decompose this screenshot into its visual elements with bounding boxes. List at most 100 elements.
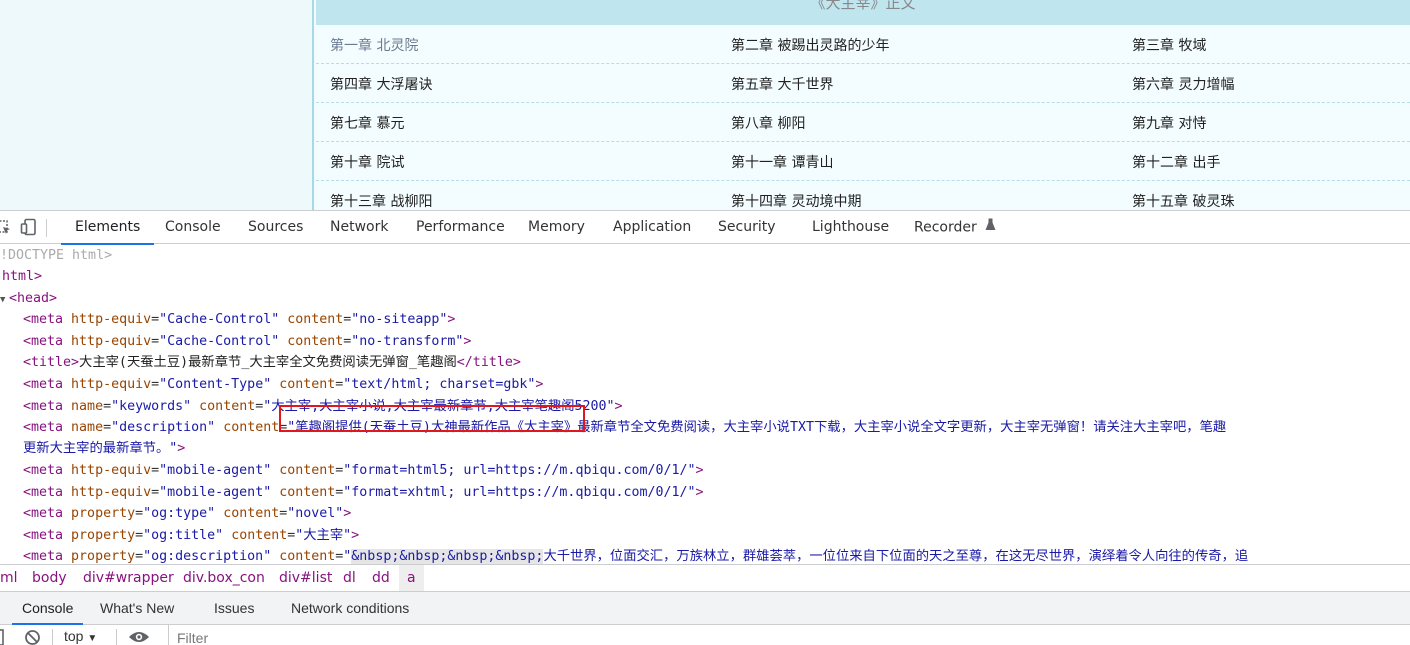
dom-node-meta[interactable]: <meta property="og:description" content=…	[23, 546, 1248, 565]
chapter-link[interactable]: 第十三章 战柳阳	[330, 191, 432, 210]
chapter-link[interactable]: 第七章 慕元	[330, 113, 404, 133]
chapter-link[interactable]: 第十一章 谭青山	[731, 152, 833, 172]
breadcrumb-item[interactable]: div#list	[271, 565, 340, 592]
breadcrumb-item[interactable]: div.box_con	[175, 565, 273, 592]
dom-node-meta[interactable]: <meta property="og:title" content="大主宰">	[23, 525, 359, 546]
drawer-tab-whats-new[interactable]: What's New	[90, 592, 184, 625]
chapter-link[interactable]: 第五章 大千世界	[731, 74, 833, 94]
tab-lighthouse[interactable]: Lighthouse	[798, 211, 903, 244]
page-left-column	[0, 0, 314, 210]
chapter-link[interactable]: 第十章 院试	[330, 152, 404, 172]
tab-network[interactable]: Network	[316, 211, 402, 244]
dom-node-meta[interactable]: <meta http-equiv="Cache-Control" content…	[23, 309, 455, 330]
tag-open: <meta	[23, 506, 64, 521]
dom-node-doctype[interactable]: !DOCTYPE html>	[0, 245, 112, 266]
tag-open: <title>	[23, 355, 80, 370]
attr-value: "description"	[111, 420, 216, 435]
chapter-link[interactable]: 第十四章 灵动境中期	[731, 191, 861, 210]
chapter-link[interactable]: 第二章 被踢出灵路的少年	[731, 35, 889, 55]
dom-node-meta[interactable]: <meta http-equiv="Content-Type" content=…	[23, 374, 543, 395]
breadcrumb-item[interactable]: div#wrapper	[75, 565, 182, 592]
attr-value: "format=xhtml; url=https://m.qbiqu.com/0…	[343, 485, 696, 500]
dom-node-head[interactable]: ▼ <head>	[0, 288, 57, 309]
device-toggle-icon[interactable]	[20, 218, 38, 236]
drawer-tab-console[interactable]: Console	[12, 592, 84, 625]
attr-name: name	[71, 399, 104, 414]
breadcrumb-item[interactable]: dl	[335, 565, 364, 592]
attr-name: http-equiv	[71, 312, 152, 327]
tab-recorder-label: Recorder	[914, 219, 977, 236]
tab-application[interactable]: Application	[599, 211, 705, 244]
chapter-link[interactable]: 第三章 牧域	[1132, 35, 1206, 55]
devtools-panel: Elements Console Sources Network Perform…	[0, 210, 1410, 645]
chapter-link[interactable]: 第八章 柳阳	[731, 113, 805, 133]
breadcrumb-item[interactable]: dd	[364, 565, 398, 592]
chapter-row: 第十三章 战柳阳 第十四章 灵动境中期 第十五章 破灵珠	[316, 181, 1410, 210]
tab-sources[interactable]: Sources	[234, 211, 317, 244]
attr-value: "Cache-Control"	[159, 334, 280, 349]
chapter-link[interactable]: 第十二章 出手	[1132, 152, 1220, 172]
attr-value: "mobile-agent"	[159, 463, 272, 478]
tag-close: >	[343, 506, 352, 521]
context-selector[interactable]: top ▼	[64, 628, 97, 644]
dom-node-html[interactable]: html>	[2, 266, 42, 287]
tag-close: </title>	[456, 355, 521, 370]
dom-tree[interactable]: !DOCTYPE html> html> ▼ <head> <meta http-…	[0, 245, 1410, 565]
attr-value: "mobile-agent"	[159, 485, 272, 500]
chapter-link[interactable]: 第九章 对恃	[1132, 113, 1206, 133]
breadcrumb-item-selected[interactable]: a	[399, 565, 424, 592]
attr-value: "novel"	[287, 506, 344, 521]
attr-name: http-equiv	[71, 485, 152, 500]
devtools-tabbar: Elements Console Sources Network Perform…	[0, 211, 1410, 245]
attr-value: "og:title"	[143, 528, 224, 543]
clear-console-icon[interactable]	[24, 629, 41, 645]
tag-close: >	[463, 334, 472, 349]
dom-node-meta[interactable]: <meta http-equiv="mobile-agent" content=…	[23, 460, 704, 481]
attr-name: content	[279, 377, 336, 392]
dom-node-title[interactable]: <title>大主宰(天蚕土豆)最新章节_大主宰全文免费阅读无弹窗_笔趣阁</t…	[23, 352, 521, 373]
tab-recorder[interactable]: Recorder	[900, 211, 1010, 244]
attr-value-highlight: &nbsp;&nbsp;&nbsp;&nbsp;	[351, 549, 544, 564]
chapter-row: 第十章 院试 第十一章 谭青山 第十二章 出手	[316, 142, 1410, 181]
chapter-link[interactable]: 第十五章 破灵珠	[1132, 191, 1234, 210]
tag-close: >	[177, 441, 186, 456]
dom-node-meta[interactable]: <meta http-equiv="mobile-agent" content=…	[23, 482, 704, 503]
attr-name: http-equiv	[71, 463, 152, 478]
sidebar-toggle-icon[interactable]	[0, 629, 6, 645]
dom-node-meta[interactable]: <meta http-equiv="Cache-Control" content…	[23, 331, 471, 352]
tag-open: <meta	[23, 334, 64, 349]
head-tag: <head>	[9, 291, 58, 306]
inspect-icon[interactable]	[0, 218, 12, 236]
breadcrumb-item[interactable]: ml	[0, 565, 26, 592]
chapter-link[interactable]: 第一章 北灵院	[330, 35, 418, 55]
toolbar-divider	[116, 629, 117, 645]
tag-close: >	[695, 485, 704, 500]
html-tag: html>	[2, 269, 43, 284]
drawer-tab-issues[interactable]: Issues	[204, 592, 264, 625]
attr-name: name	[71, 420, 104, 435]
tag-close: >	[351, 528, 360, 543]
tab-console[interactable]: Console	[151, 211, 235, 244]
attr-value: "大主宰"	[295, 528, 352, 543]
tab-performance[interactable]: Performance	[402, 211, 519, 244]
dom-node-meta[interactable]: <meta property="og:type" content="novel"…	[23, 503, 351, 524]
chapter-link[interactable]: 第四章 大浮屠诀	[330, 74, 432, 94]
chapter-link[interactable]: 第六章 灵力增幅	[1132, 74, 1234, 94]
tab-security[interactable]: Security	[704, 211, 790, 244]
attr-value: 更新大主宰的最新章节。"	[23, 441, 178, 456]
chapter-list: 《大主宰》正文 第一章 北灵院 第二章 被踢出灵路的少年 第三章 牧域 第四章 …	[316, 0, 1410, 210]
breadcrumb-item[interactable]: body	[24, 565, 75, 592]
tab-memory[interactable]: Memory	[514, 211, 599, 244]
console-filter-input[interactable]: Filter	[168, 625, 1410, 645]
eye-icon[interactable]	[128, 630, 150, 645]
dom-node-meta[interactable]: <meta name="description" content="笔趣阁提供(…	[23, 417, 1226, 438]
attr-value: "og:type"	[143, 506, 216, 521]
chapter-row: 第七章 慕元 第八章 柳阳 第九章 对恃	[316, 103, 1410, 142]
attr-name: content	[279, 549, 336, 564]
attr-name: property	[71, 528, 136, 543]
drawer-tab-network-conditions[interactable]: Network conditions	[281, 592, 419, 625]
tab-elements[interactable]: Elements	[61, 211, 155, 245]
expand-triangle-icon[interactable]: ▼	[0, 290, 9, 311]
attr-value: "og:description"	[143, 549, 272, 564]
flask-icon	[985, 211, 996, 244]
